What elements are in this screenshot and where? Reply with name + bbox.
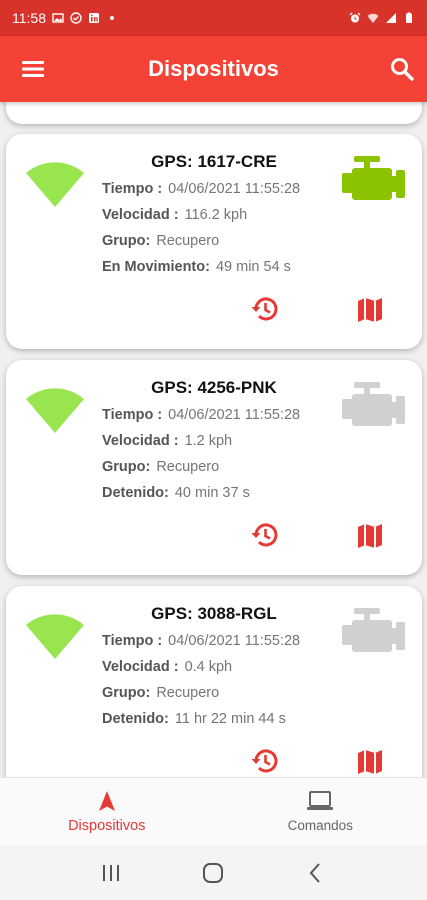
info-value: 49 min 54 s	[215, 259, 291, 275]
device-info-row: Velocidad : 116.2 kph	[102, 207, 247, 223]
device-info-row: Grupo: Recupero	[102, 685, 219, 701]
device-card[interactable]: GPS: 1617-CRE Tiempo : 04/06/2021 11:55:2…	[6, 134, 422, 349]
info-label: Velocidad :	[102, 659, 179, 675]
map-icon[interactable]	[356, 296, 384, 324]
engine-icon	[342, 156, 405, 200]
nav-item-comandos[interactable]: Comandos	[214, 778, 427, 845]
info-value: 0.4 kph	[184, 659, 233, 675]
map-icon[interactable]	[356, 522, 384, 550]
info-label: Detenido:	[102, 485, 169, 501]
history-icon[interactable]	[250, 746, 280, 776]
device-info-row: Grupo: Recupero	[102, 459, 219, 475]
nav-label: Dispositivos	[68, 817, 146, 834]
info-value: 40 min 37 s	[174, 485, 250, 501]
history-icon[interactable]	[250, 294, 280, 324]
engine-shape	[342, 156, 405, 200]
navigation-arrow-icon	[98, 790, 115, 811]
app-bar: Dispositivos	[0, 36, 427, 102]
info-label: Grupo:	[102, 233, 151, 249]
info-value: 04/06/2021 11:55:28	[168, 181, 301, 197]
device-title: GPS: 3088-RGL	[151, 604, 277, 623]
info-value: Recupero	[156, 233, 220, 249]
map-icon[interactable]	[356, 748, 384, 776]
device-info-row: En Movimiento: 49 min 54 s	[102, 259, 291, 275]
device-list[interactable]: GPS: 1617-CRE Tiempo : 04/06/2021 11:55:2…	[0, 102, 427, 777]
info-value: 04/06/2021 11:55:28	[168, 407, 301, 423]
gps-signal-icon	[26, 388, 84, 433]
info-label: Tiempo :	[102, 633, 163, 649]
status-right	[349, 12, 415, 24]
alarm-icon	[349, 12, 361, 23]
info-value: 11 hr 22 min 44 s	[174, 711, 286, 727]
info-label: Grupo:	[102, 685, 151, 701]
device-card[interactable]: GPS: 4256-PNK Tiempo : 04/06/2021 11:55:2…	[6, 360, 422, 575]
home-icon[interactable]	[201, 861, 225, 885]
info-value: Recupero	[156, 685, 220, 701]
device-info-row: Detenido: 11 hr 22 min 44 s	[102, 711, 286, 727]
status-left: 11:58	[12, 10, 118, 26]
page-title: Dispositivos	[148, 56, 279, 81]
laptop-icon	[307, 791, 334, 810]
device-info-row: Tiempo : 04/06/2021 11:55:28	[102, 407, 300, 423]
info-label: En Movimiento:	[102, 259, 210, 275]
engine-icon	[342, 608, 405, 652]
gps-signal-icon	[26, 614, 84, 659]
device-info-row: Velocidad : 0.4 kph	[102, 659, 232, 675]
device-info-row: Detenido: 40 min 37 s	[102, 485, 250, 501]
nav-label: Comandos	[287, 818, 353, 833]
dot-notification-icon	[110, 16, 114, 20]
device-info-row: Tiempo : 04/06/2021 11:55:28	[102, 633, 300, 649]
info-value: 1.2 kph	[184, 433, 233, 449]
search-icon[interactable]	[389, 56, 415, 82]
device-info-row: Grupo: Recupero	[102, 233, 219, 249]
info-label: Tiempo :	[102, 181, 163, 197]
linkedin-notification-icon	[89, 13, 99, 23]
engine-icon	[342, 382, 405, 426]
check-circle-notification-icon	[70, 12, 82, 24]
back-icon[interactable]	[304, 861, 328, 885]
info-value: 116.2 kph	[184, 207, 248, 223]
recent-apps-icon[interactable]	[99, 861, 123, 885]
wifi-icon	[367, 13, 379, 23]
cell-signal-icon	[386, 13, 396, 23]
battery-icon	[406, 12, 412, 23]
history-icon[interactable]	[250, 520, 280, 550]
image-notification-icon	[52, 13, 64, 23]
status-time: 11:58	[12, 10, 46, 26]
gps-signal-icon	[26, 162, 84, 207]
info-label: Velocidad :	[102, 433, 179, 449]
device-card[interactable]: GPS: 3088-RGL Tiempo : 04/06/2021 11:55:2…	[6, 586, 422, 777]
nav-item-dispositivos[interactable]: Dispositivos	[0, 778, 214, 845]
info-value: Recupero	[156, 459, 220, 475]
device-card-partial[interactable]	[6, 102, 422, 124]
device-title: GPS: 1617-CRE	[151, 152, 277, 171]
info-label: Grupo:	[102, 459, 151, 475]
engine-shape	[342, 382, 405, 426]
status-bar: 11:58	[0, 0, 427, 36]
info-label: Tiempo :	[102, 407, 163, 423]
engine-shape	[342, 608, 405, 652]
system-nav-bar	[0, 845, 427, 900]
info-value: 04/06/2021 11:55:28	[168, 633, 301, 649]
menu-icon[interactable]	[20, 57, 46, 81]
info-label: Velocidad :	[102, 207, 179, 223]
device-info-row: Tiempo : 04/06/2021 11:55:28	[102, 181, 300, 197]
device-info-row: Velocidad : 1.2 kph	[102, 433, 232, 449]
device-title: GPS: 4256-PNK	[151, 378, 277, 397]
bottom-nav: Dispositivos Comandos	[0, 777, 427, 845]
info-label: Detenido:	[102, 711, 169, 727]
